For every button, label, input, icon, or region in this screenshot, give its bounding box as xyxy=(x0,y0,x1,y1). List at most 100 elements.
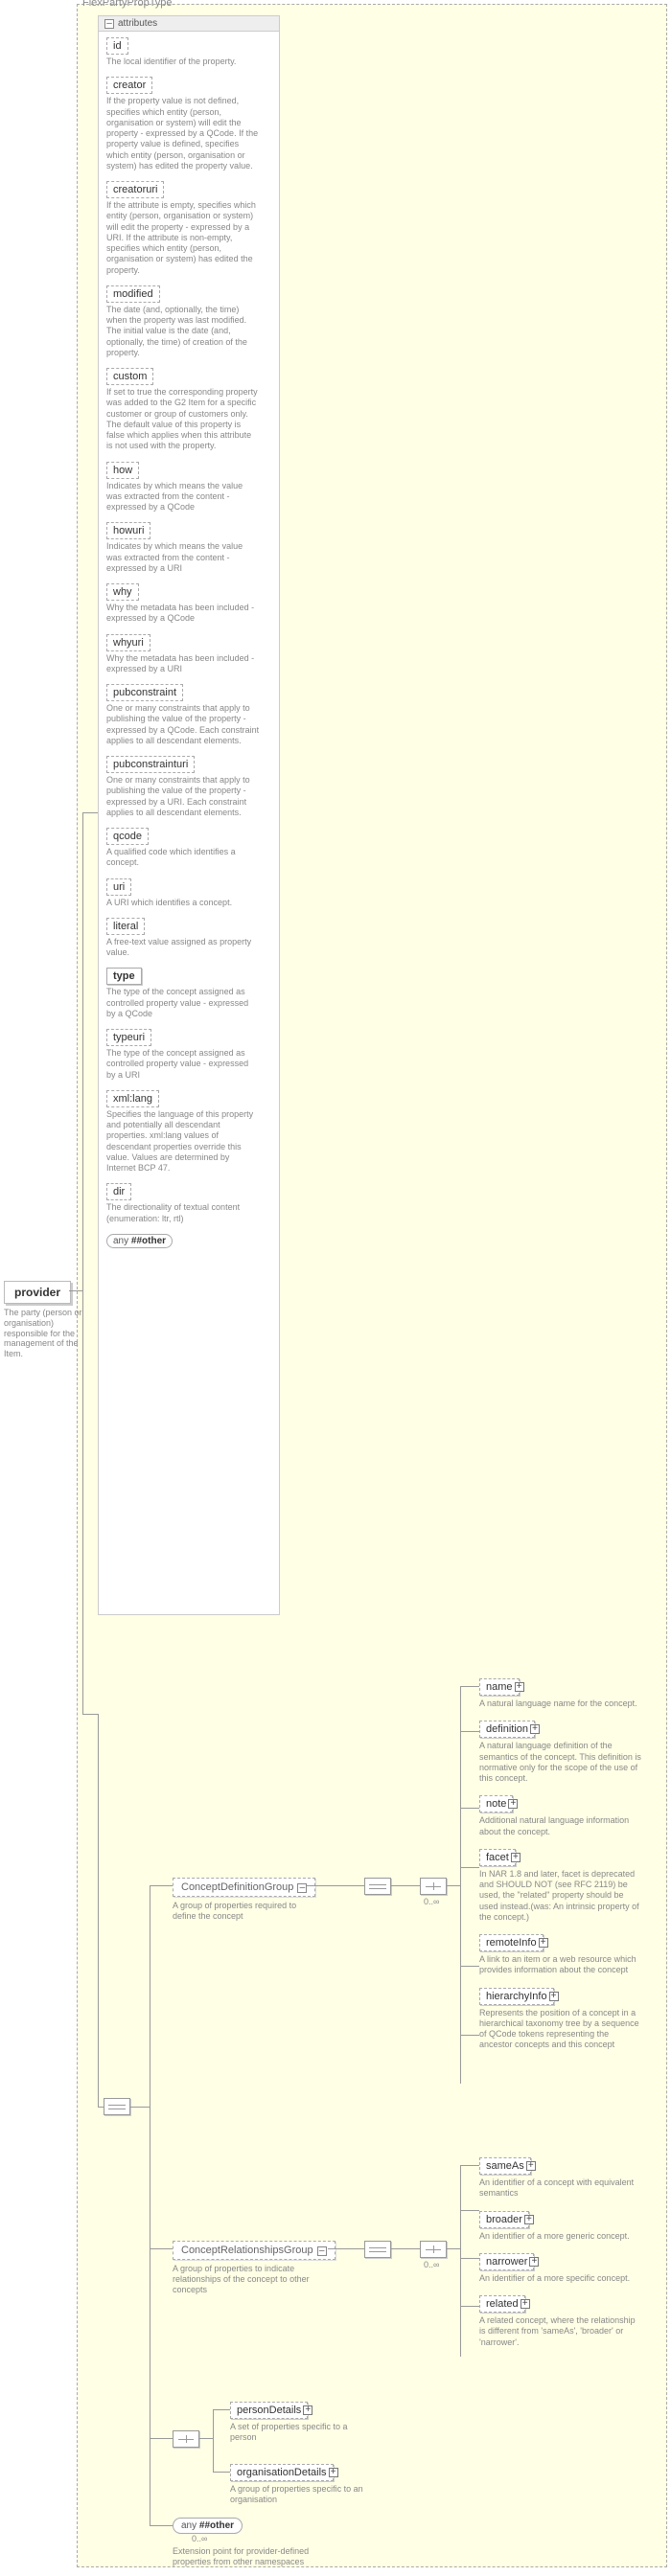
concept-definition-group-label[interactable]: ConceptDefinitionGroup– xyxy=(173,1878,315,1897)
collapse-icon[interactable]: – xyxy=(317,2246,327,2256)
attr-literal: literal xyxy=(106,918,145,935)
connector-line xyxy=(460,2258,479,2259)
child-row: remoteInfo+A link to an item or a web re… xyxy=(479,1934,659,1976)
attr-whyuri: whyuri xyxy=(106,634,150,651)
child-definition-element[interactable]: definition+ xyxy=(479,1721,535,1738)
child-narrower-element[interactable]: narrower+ xyxy=(479,2253,534,2270)
expand-icon[interactable]: + xyxy=(508,1799,518,1809)
occurrence: 0..∞ xyxy=(192,2534,326,2543)
child-hierarchy-info-element[interactable]: hierarchyInfo+ xyxy=(479,1988,554,2005)
attr-creatoruri: creatoruri xyxy=(106,181,164,198)
child-note-element[interactable]: note+ xyxy=(479,1795,513,1812)
child-related-element[interactable]: related+ xyxy=(479,2295,525,2313)
attr-how: how xyxy=(106,462,139,479)
connector-line xyxy=(69,1290,82,1291)
child-row: hierarchyInfo+ Represents the position of… xyxy=(479,1988,659,2051)
child-row: related+ A related concept, where the rel… xyxy=(479,2295,659,2348)
child-desc: A natural language definition of the sem… xyxy=(479,1741,642,1784)
attr-desc: The type of the concept assigned as cont… xyxy=(106,987,260,1019)
expand-icon[interactable]: + xyxy=(511,1853,521,1862)
child-desc: Represents the position of a concept in … xyxy=(479,2008,642,2051)
any-other-desc: Extension point for provider-defined pro… xyxy=(173,2546,326,2568)
child-facet-element[interactable]: facet+ xyxy=(479,1849,516,1866)
group-desc: A group of properties required to define… xyxy=(173,1901,316,1922)
attr-desc: Why the metadata has been included - exp… xyxy=(106,653,260,675)
provider-desc: The party (person or organisation) respo… xyxy=(4,1308,90,1359)
choice-connector xyxy=(420,2241,447,2258)
connector-line xyxy=(460,2210,479,2211)
child-row: facet+In NAR 1.8 and later, facet is dep… xyxy=(479,1849,659,1923)
connector-line xyxy=(199,2438,213,2439)
connector-line xyxy=(460,1966,479,1967)
connector-line xyxy=(213,2472,230,2473)
connector-line xyxy=(460,1686,479,1687)
attr-desc: Specifies the language of this property … xyxy=(106,1109,260,1174)
attr-desc: The type of the concept assigned as cont… xyxy=(106,1048,260,1081)
child-desc: A group of properties specific to an org… xyxy=(230,2484,364,2506)
attr-uri: uri xyxy=(106,878,131,896)
child-broader-element[interactable]: broader+ xyxy=(479,2211,529,2228)
expand-icon[interactable]: + xyxy=(539,1938,548,1948)
occurrence: 0..∞ xyxy=(424,1897,439,1906)
connector-line xyxy=(98,2107,104,2108)
attr-desc: One or many constraints that apply to pu… xyxy=(106,775,260,818)
expand-icon[interactable]: + xyxy=(521,2299,530,2309)
connector-line xyxy=(460,1867,479,1868)
expand-icon[interactable]: + xyxy=(515,1682,524,1692)
attr-type: type xyxy=(106,968,142,985)
connector-line xyxy=(307,1885,364,1886)
attr-row: creatoruriIf the attribute is empty, spe… xyxy=(106,181,271,276)
connector-line xyxy=(460,2306,479,2307)
collapse-icon[interactable]: – xyxy=(104,19,114,29)
expand-icon[interactable]: + xyxy=(526,2161,536,2171)
attr-desc: The local identifier of the property. xyxy=(106,57,260,67)
attr-row: modifiedThe date (and, optionally, the t… xyxy=(106,285,271,358)
connector-line xyxy=(460,2165,479,2166)
attr-row: xml:langSpecifies the language of this p… xyxy=(106,1090,271,1174)
attr-desc: The directionality of textual content (e… xyxy=(106,1202,260,1224)
child-remote-info-element[interactable]: remoteInfo+ xyxy=(479,1934,544,1951)
expand-icon[interactable]: + xyxy=(524,2215,534,2224)
attr-typeuri: typeuri xyxy=(106,1029,151,1046)
expand-icon[interactable]: + xyxy=(303,2405,312,2415)
attr-id: id xyxy=(106,37,128,55)
attr-desc: A qualified code which identifies a conc… xyxy=(106,847,260,869)
connector-line xyxy=(391,2248,420,2249)
sequence-connector xyxy=(104,2098,130,2115)
attributes-header-label: attributes xyxy=(118,18,157,29)
expand-icon[interactable]: + xyxy=(529,2257,539,2267)
attr-desc: Why the metadata has been included - exp… xyxy=(106,603,260,625)
attr-custom: custom xyxy=(106,368,153,385)
concept-relationships-group-label[interactable]: ConceptRelationshipsGroup– xyxy=(173,2241,336,2260)
child-desc: A related concept, where the relationshi… xyxy=(479,2315,642,2348)
attr-desc: A free-text value assigned as property v… xyxy=(106,937,260,959)
attr-row: id The local identifier of the property. xyxy=(106,37,271,67)
connector-line xyxy=(391,1885,420,1886)
expand-icon[interactable]: + xyxy=(549,1992,559,2001)
connector-line xyxy=(213,2409,214,2472)
connector-line xyxy=(447,1885,460,1886)
attr-row: pubconstraintOne or many constraints tha… xyxy=(106,684,271,746)
attr-row: how Indicates by which means the value wa… xyxy=(106,462,271,513)
collapse-icon[interactable]: – xyxy=(297,1883,307,1893)
attr-row: why Why the metadata has been included - … xyxy=(106,583,271,625)
attr-desc: Indicates by which means the value was e… xyxy=(106,481,260,513)
organisation-details-element[interactable]: organisationDetails+ xyxy=(230,2464,334,2481)
expand-icon[interactable]: + xyxy=(329,2468,338,2477)
group-title: FlexPartyPropType xyxy=(82,0,173,9)
expand-icon[interactable]: + xyxy=(530,1724,540,1734)
attr-desc: If the property value is not defined, sp… xyxy=(106,96,260,171)
attr-desc: Indicates by which means the value was e… xyxy=(106,541,260,574)
sequence-connector xyxy=(364,1878,391,1895)
attr-desc: The date (and, optionally, the time) whe… xyxy=(106,305,260,358)
child-name-element[interactable]: name+ xyxy=(479,1678,520,1696)
provider-element: provider The party (person or organisati… xyxy=(4,1281,71,1359)
attr-why: why xyxy=(106,583,139,601)
person-details-element[interactable]: personDetails+ xyxy=(230,2402,308,2419)
child-same-as-element[interactable]: sameAs+ xyxy=(479,2157,531,2175)
connector-line xyxy=(328,2248,364,2249)
attributes-header[interactable]: – attributes xyxy=(99,16,279,32)
concept-relationships-group: ConceptRelationshipsGroup– A group of pr… xyxy=(173,2241,336,2294)
child-row: broader+An identifier of a more generic … xyxy=(479,2211,659,2242)
child-desc: An identifier of a more specific concept… xyxy=(479,2273,642,2284)
